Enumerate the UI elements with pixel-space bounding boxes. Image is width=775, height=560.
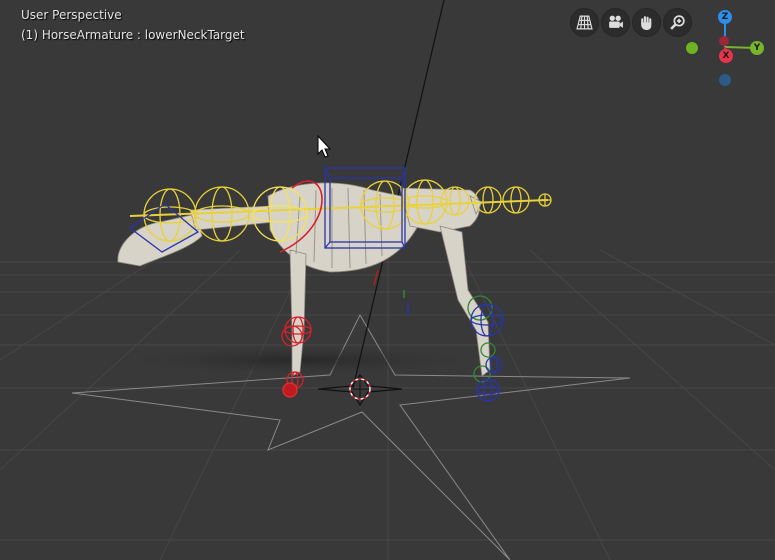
- camera-view-button[interactable]: [601, 8, 630, 37]
- negative-z-axis-ball: [719, 74, 731, 86]
- view-perspective-label: User Perspective: [21, 8, 122, 22]
- grid-perspective-icon: [576, 15, 593, 30]
- active-object-info: (1) HorseArmature : lowerNeckTarget: [21, 28, 245, 42]
- zoom-view-button[interactable]: [663, 8, 692, 37]
- negative-y-axis-ball: [686, 42, 698, 54]
- bone-sphere: [538, 193, 552, 207]
- grid-floor: [0, 249, 775, 560]
- pan-view-button[interactable]: [632, 8, 661, 37]
- axis-gizmo[interactable]: Z Y X: [686, 10, 764, 86]
- toggle-perspective-button[interactable]: [570, 8, 599, 37]
- x-axis-label: X: [723, 51, 730, 61]
- camera-icon: [609, 15, 623, 28]
- mouse-pointer-icon: [317, 134, 332, 158]
- z-axis-label: Z: [722, 12, 729, 22]
- hand-pan-icon: [641, 16, 652, 30]
- 3d-viewport[interactable]: Z Y X: [0, 0, 775, 560]
- y-axis-label: Y: [753, 43, 761, 53]
- negative-x-axis-ball: [719, 36, 729, 46]
- 3d-cursor[interactable]: [317, 373, 403, 407]
- zoom-icon: [670, 15, 685, 30]
